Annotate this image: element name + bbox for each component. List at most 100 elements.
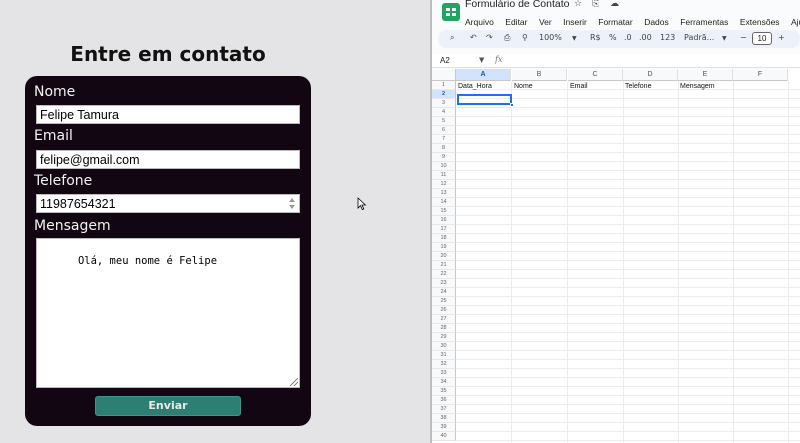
- row-header[interactable]: 6: [432, 126, 456, 135]
- row-header[interactable]: 21: [432, 261, 456, 270]
- chevron-down-icon[interactable]: ▼: [572, 35, 577, 42]
- decrease-decimals-button[interactable]: .0: [624, 33, 632, 42]
- menu-editar[interactable]: Editar: [505, 17, 527, 27]
- menu-arquivo[interactable]: Arquivo: [465, 17, 494, 27]
- row-header[interactable]: 26: [432, 306, 456, 315]
- name-box[interactable]: A2: [440, 56, 450, 65]
- message-textarea[interactable]: Olá, meu nome é Felipe: [36, 238, 300, 388]
- row-header[interactable]: 36: [432, 396, 456, 405]
- number-format-button[interactable]: 123: [660, 33, 675, 42]
- row-header[interactable]: 9: [432, 153, 456, 162]
- name-label: Nome: [34, 84, 76, 100]
- spreadsheet-grid[interactable]: A B C D E F 1 2 3 4 5 6 7 8 9 10 11 12 13 14 15 16 17 18 19 20 21 2…: [432, 69, 800, 443]
- row-header[interactable]: 14: [432, 198, 456, 207]
- form-title: Entre em contato: [70, 42, 266, 66]
- row-header[interactable]: 19: [432, 243, 456, 252]
- row-header[interactable]: 29: [432, 333, 456, 342]
- menu-formatar[interactable]: Formatar: [598, 17, 632, 27]
- menu-ferramentas[interactable]: Ferramentas: [680, 17, 728, 27]
- row-header[interactable]: 20: [432, 252, 456, 261]
- row-header[interactable]: 2: [432, 90, 456, 99]
- email-input[interactable]: felipe@gmail.com: [36, 150, 300, 169]
- row-header[interactable]: 17: [432, 225, 456, 234]
- column-header[interactable]: D: [623, 69, 678, 81]
- font-select[interactable]: Padrã...: [684, 33, 714, 42]
- currency-format-button[interactable]: R$: [590, 33, 601, 42]
- row-header[interactable]: 28: [432, 324, 456, 333]
- font-size-decrease-button[interactable]: −: [740, 33, 747, 42]
- menu-dados[interactable]: Dados: [644, 17, 669, 27]
- grid-line: [678, 81, 679, 443]
- row-header[interactable]: 32: [432, 360, 456, 369]
- select-all-corner[interactable]: [432, 69, 456, 81]
- move-folder-icon[interactable]: ⎘: [592, 0, 599, 9]
- header-cell[interactable]: Data_Hora: [458, 83, 492, 90]
- row-header[interactable]: 34: [432, 378, 456, 387]
- row-header[interactable]: 35: [432, 387, 456, 396]
- zoom-select[interactable]: 100%: [539, 33, 562, 42]
- header-cell[interactable]: Telefone: [625, 83, 651, 90]
- row-header[interactable]: 38: [432, 414, 456, 423]
- row-header[interactable]: 12: [432, 180, 456, 189]
- row-header[interactable]: 5: [432, 117, 456, 126]
- search-menus-icon[interactable]: ⌕: [450, 33, 454, 43]
- grid-line: [456, 260, 800, 261]
- row-header[interactable]: 11: [432, 171, 456, 180]
- row-header[interactable]: 18: [432, 234, 456, 243]
- star-icon[interactable]: ☆: [574, 0, 582, 9]
- row-header[interactable]: 25: [432, 297, 456, 306]
- row-header[interactable]: 22: [432, 270, 456, 279]
- menu-inserir[interactable]: Inserir: [563, 17, 587, 27]
- header-cell[interactable]: Mensagem: [680, 83, 715, 90]
- menu-extensoes[interactable]: Extensões: [740, 17, 780, 27]
- chevron-down-icon[interactable]: ▼: [722, 35, 727, 42]
- undo-icon[interactable]: ↶: [470, 33, 477, 42]
- column-header[interactable]: F: [733, 69, 788, 81]
- row-header[interactable]: 39: [432, 423, 456, 432]
- resize-handle-icon[interactable]: [290, 378, 298, 386]
- row-header[interactable]: 3: [432, 99, 456, 108]
- column-header[interactable]: B: [512, 69, 567, 81]
- paint-format-icon[interactable]: ⚲: [522, 33, 528, 42]
- row-header[interactable]: 27: [432, 315, 456, 324]
- row-header[interactable]: 23: [432, 279, 456, 288]
- font-size-increase-button[interactable]: +: [778, 33, 785, 42]
- row-header[interactable]: 1: [432, 81, 456, 90]
- name-input[interactable]: Felipe Tamura: [36, 105, 300, 124]
- print-icon[interactable]: ⎙: [504, 33, 510, 43]
- row-header[interactable]: 10: [432, 162, 456, 171]
- percent-format-button[interactable]: %: [609, 33, 617, 42]
- menu-ajuda[interactable]: Ajuda: [791, 17, 800, 27]
- column-header[interactable]: A: [456, 69, 511, 81]
- phone-input[interactable]: 11987654321: [36, 194, 300, 213]
- row-header[interactable]: 37: [432, 405, 456, 414]
- header-cell[interactable]: Nome: [514, 83, 533, 90]
- font-size-input[interactable]: 10: [752, 32, 772, 45]
- row-header[interactable]: 40: [432, 432, 456, 441]
- increase-decimals-button[interactable]: .00: [639, 33, 652, 42]
- row-header[interactable]: 31: [432, 351, 456, 360]
- number-spinner-icon[interactable]: [289, 197, 296, 210]
- grid-line: [456, 116, 800, 117]
- row-header[interactable]: 33: [432, 369, 456, 378]
- column-header[interactable]: C: [568, 69, 623, 81]
- document-title[interactable]: Formulário de Contato: [465, 0, 569, 10]
- row-header[interactable]: 7: [432, 135, 456, 144]
- row-header[interactable]: 15: [432, 207, 456, 216]
- row-header[interactable]: 24: [432, 288, 456, 297]
- row-header[interactable]: 4: [432, 108, 456, 117]
- redo-icon[interactable]: ↷: [486, 33, 493, 42]
- submit-button[interactable]: Enviar: [95, 396, 241, 416]
- fill-handle[interactable]: [510, 103, 514, 107]
- row-header[interactable]: 8: [432, 144, 456, 153]
- cloud-status-icon[interactable]: ☁: [610, 0, 619, 9]
- header-cell[interactable]: Email: [570, 83, 588, 90]
- row-header[interactable]: 13: [432, 189, 456, 198]
- menu-ver[interactable]: Ver: [539, 17, 552, 27]
- selected-cell[interactable]: [457, 94, 512, 105]
- sheets-logo-icon[interactable]: [442, 3, 460, 21]
- row-header[interactable]: 30: [432, 342, 456, 351]
- chevron-down-icon[interactable]: ▼: [479, 56, 484, 64]
- row-header[interactable]: 16: [432, 216, 456, 225]
- column-header[interactable]: E: [678, 69, 733, 81]
